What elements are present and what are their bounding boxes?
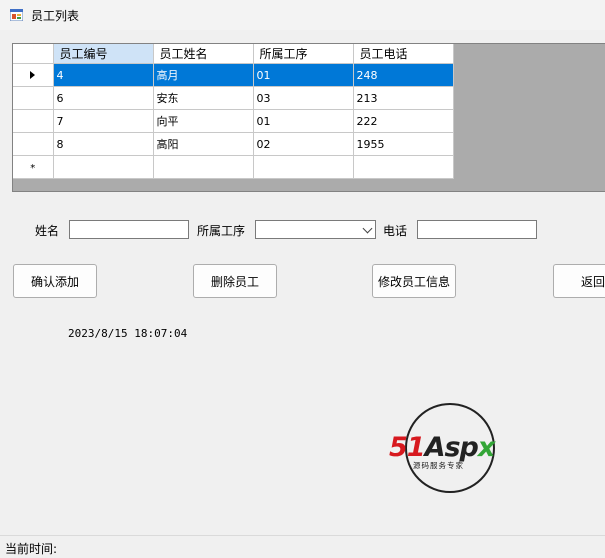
logo: 51Aspx 源码服务专家: [389, 402, 511, 494]
table-cell[interactable]: 向平: [153, 109, 254, 133]
table-cell[interactable]: 8: [53, 132, 154, 156]
table-row[interactable]: 6 安东 03 213: [13, 86, 454, 110]
corner-header-cell[interactable]: [13, 44, 54, 64]
back-button[interactable]: 返回: [553, 264, 605, 298]
table-cell[interactable]: 248: [353, 63, 454, 87]
phone-input[interactable]: [417, 220, 537, 239]
status-label: 当前时间:: [5, 542, 58, 556]
table-cell[interactable]: [53, 155, 154, 179]
table-row[interactable]: 8 高阳 02 1955: [13, 132, 454, 156]
new-row-marker: *: [30, 162, 36, 174]
logo-text: 51Aspx: [389, 432, 495, 463]
process-select[interactable]: [255, 220, 376, 239]
table-cell[interactable]: 01: [253, 109, 354, 133]
title-bar: 员工列表: [0, 0, 605, 30]
name-input[interactable]: [69, 220, 189, 239]
table-cell[interactable]: [253, 155, 354, 179]
table-cell[interactable]: 1955: [353, 132, 454, 156]
table-cell[interactable]: 7: [53, 109, 154, 133]
table-cell[interactable]: 03: [253, 86, 354, 110]
employee-table: 员工编号 员工姓名 所属工序 员工电话 4 高月 01 248 6 安东 03 …: [13, 44, 454, 179]
table-cell[interactable]: [353, 155, 454, 179]
phone-label: 电话: [383, 224, 408, 238]
row-header-cell[interactable]: [13, 86, 54, 110]
app-icon: [10, 9, 23, 21]
row-header-cell[interactable]: [13, 63, 54, 87]
table-row[interactable]: 4 高月 01 248: [13, 63, 454, 87]
edit-button[interactable]: 修改员工信息: [372, 264, 456, 298]
row-header-cell[interactable]: [13, 132, 54, 156]
column-header-process[interactable]: 所属工序: [253, 44, 354, 64]
current-row-arrow-icon: [30, 71, 36, 79]
datetime-label: 2023/8/15 18:07:04: [68, 327, 188, 340]
row-header-cell[interactable]: [13, 109, 54, 133]
table-cell[interactable]: 213: [353, 86, 454, 110]
table-cell[interactable]: 01: [253, 63, 354, 87]
status-bar: 当前时间:: [0, 535, 605, 558]
employee-grid[interactable]: 员工编号 员工姓名 所属工序 员工电话 4 高月 01 248 6 安东 03 …: [12, 43, 605, 192]
table-cell[interactable]: 4: [53, 63, 154, 87]
column-header-id[interactable]: 员工编号: [53, 44, 154, 64]
logo-subtitle: 源码服务专家: [413, 461, 464, 470]
table-cell[interactable]: 6: [53, 86, 154, 110]
new-row[interactable]: *: [13, 155, 454, 179]
table-row[interactable]: 7 向平 01 222: [13, 109, 454, 133]
table-cell[interactable]: 高月: [153, 63, 254, 87]
add-button[interactable]: 确认添加: [13, 264, 97, 298]
table-cell[interactable]: [153, 155, 254, 179]
table-cell[interactable]: 高阳: [153, 132, 254, 156]
delete-button[interactable]: 删除员工: [193, 264, 277, 298]
chevron-down-icon[interactable]: [362, 223, 373, 234]
column-header-phone[interactable]: 员工电话: [353, 44, 454, 64]
process-label: 所属工序: [197, 224, 246, 238]
header-row: 员工编号 员工姓名 所属工序 员工电话: [13, 44, 454, 64]
window-title: 员工列表: [31, 9, 80, 23]
column-header-name[interactable]: 员工姓名: [153, 44, 254, 64]
row-header-cell[interactable]: *: [13, 155, 54, 179]
table-cell[interactable]: 安东: [153, 86, 254, 110]
name-label: 姓名: [35, 224, 60, 238]
table-cell[interactable]: 02: [253, 132, 354, 156]
table-cell[interactable]: 222: [353, 109, 454, 133]
